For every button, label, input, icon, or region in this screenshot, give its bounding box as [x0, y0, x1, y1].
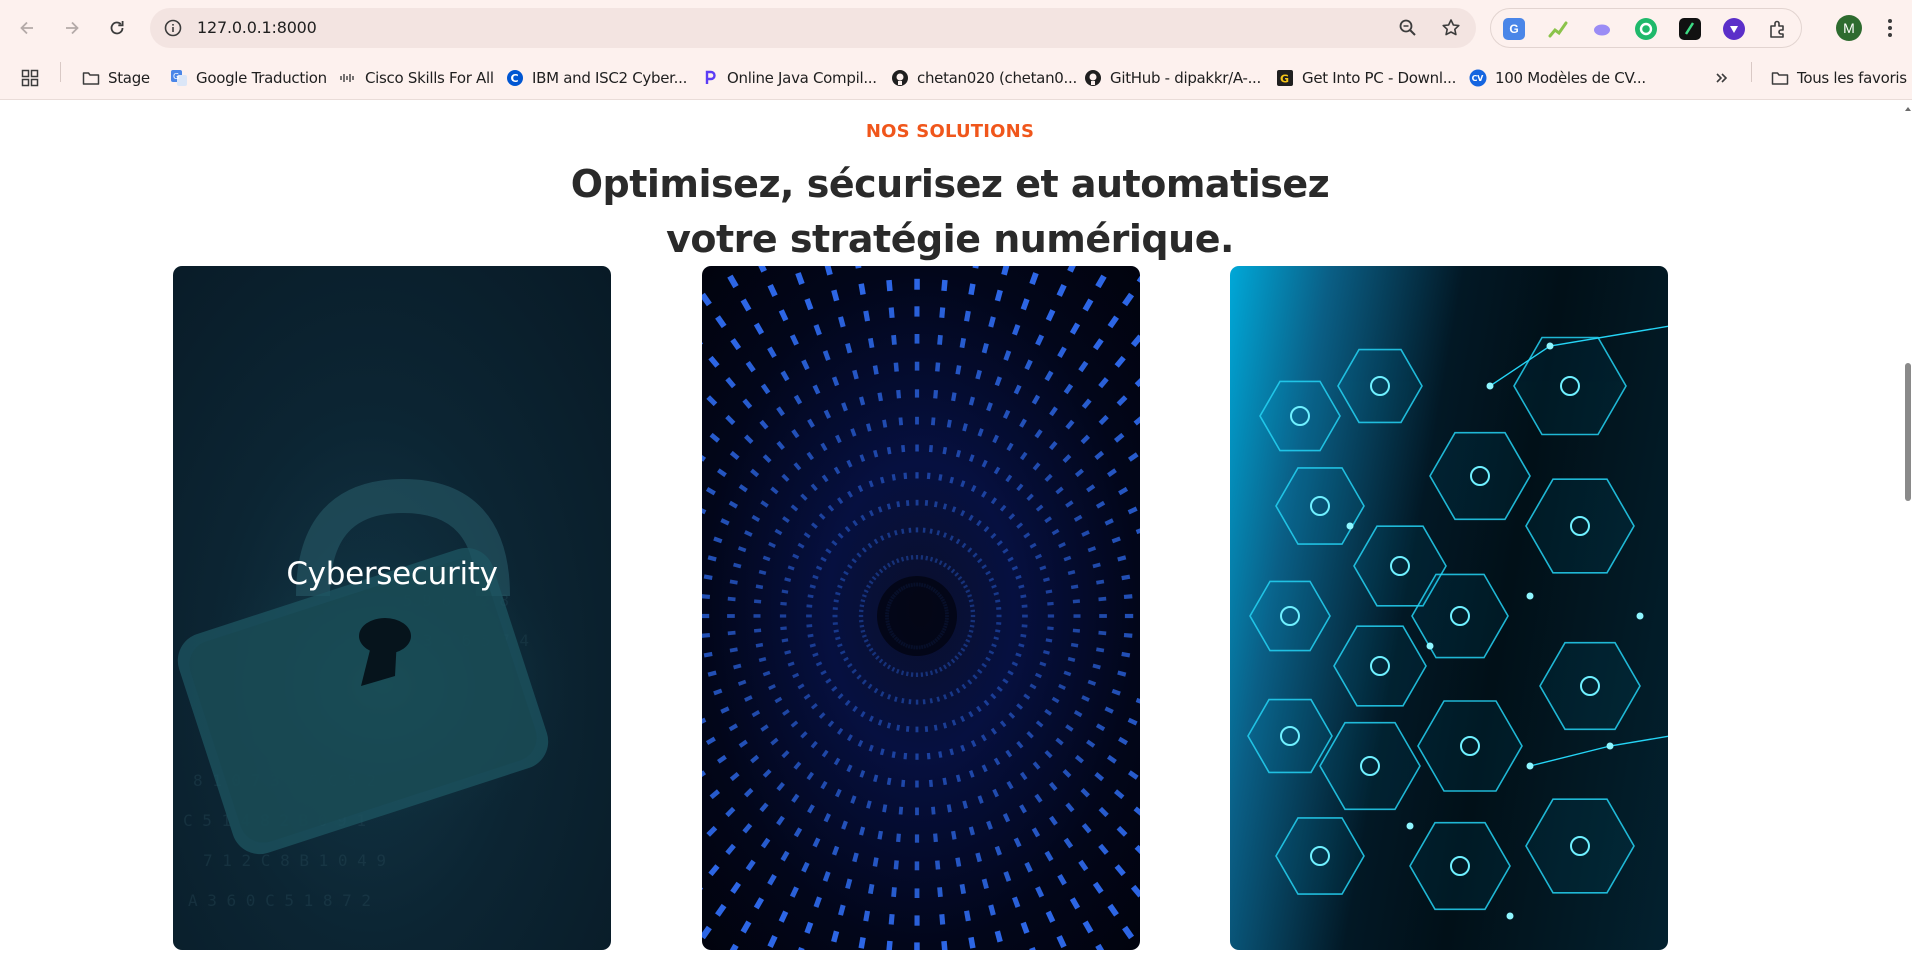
- bookmark-item[interactable]: GitHub - dipakkr/A-...: [1084, 66, 1261, 90]
- bookmark-label: GitHub - dipakkr/A-...: [1110, 69, 1261, 87]
- chevron-double-right-icon: [1713, 69, 1731, 87]
- bookmarks-divider: [60, 62, 61, 82]
- solution-card-binary[interactable]: [702, 266, 1140, 950]
- bookmark-item[interactable]: G Google Traduction: [170, 66, 327, 90]
- cisco-icon: [339, 69, 357, 87]
- page-viewport: NOS SOLUTIONS Optimisez, sécurisez et au…: [0, 101, 1912, 967]
- cv-icon: CV: [1469, 69, 1487, 87]
- extensions-group: G: [1490, 8, 1802, 48]
- bookmark-label: IBM and ISC2 Cyber...: [532, 69, 688, 87]
- reload-icon: [110, 21, 124, 35]
- browser-toolbar: 127.0.0.1:8000 G M: [0, 0, 1912, 56]
- address-bar[interactable]: 127.0.0.1:8000: [150, 8, 1476, 48]
- section-headline: Optimisez, sécurisez et automatisez votr…: [570, 162, 1330, 261]
- more-bookmarks-button[interactable]: [1713, 66, 1731, 90]
- bookmark-label: Cisco Skills For All: [365, 69, 494, 87]
- bookmark-label: Online Java Compil...: [727, 69, 877, 87]
- svg-text:G: G: [173, 72, 179, 81]
- bookmark-label: chetan020 (chetan0...: [917, 69, 1077, 87]
- cloud-extension-icon[interactable]: [1591, 18, 1613, 40]
- programiz-icon: [701, 69, 719, 87]
- google-translate-icon: G: [170, 69, 188, 87]
- getintopc-icon: G: [1276, 69, 1294, 87]
- browser-chrome: 127.0.0.1:8000 G M Stage G Google Traduc…: [0, 0, 1912, 100]
- bookmark-item[interactable]: C IBM and ISC2 Cyber...: [506, 66, 687, 90]
- bookmark-label: Google Traduction: [196, 69, 327, 87]
- arrow-left-icon: [20, 21, 33, 35]
- section-eyebrow: NOS SOLUTIONS: [865, 121, 1035, 142]
- bookmarks-bar: Stage G Google Traduction Cisco Skills F…: [0, 56, 1912, 100]
- bookmark-item[interactable]: Cisco Skills For All: [339, 66, 494, 90]
- bookmark-item[interactable]: Online Java Compil...: [701, 66, 877, 90]
- arrow-right-icon: [66, 21, 79, 35]
- bookmark-label: Get Into PC - Downl...: [1302, 69, 1457, 87]
- vpn-extension-icon[interactable]: [1723, 18, 1745, 40]
- extensions-puzzle-icon[interactable]: [1767, 18, 1789, 40]
- svg-text:G: G: [1280, 73, 1289, 86]
- scroll-up-arrow-icon[interactable]: [1904, 105, 1912, 113]
- google-translate-extension-icon[interactable]: G: [1503, 18, 1525, 40]
- reload-button[interactable]: [99, 10, 135, 46]
- sync-extension-icon[interactable]: [1635, 18, 1657, 40]
- menu-dot-icon: [1888, 26, 1892, 30]
- card-title: Cybersecurity: [286, 556, 498, 592]
- back-button[interactable]: [9, 10, 45, 46]
- scrollbar-thumb[interactable]: [1905, 363, 1911, 501]
- solution-card-cybersecurity[interactable]: 8 1 0 7 3 A 6 C 5 2 C 5 1 4 8 2 B 0 9 1 …: [173, 266, 611, 950]
- solution-card-network[interactable]: [1230, 266, 1668, 950]
- analytics-extension-icon[interactable]: [1547, 18, 1569, 40]
- site-info-icon[interactable]: [162, 17, 184, 39]
- bookmarks-divider: [1751, 62, 1752, 82]
- github-icon: [891, 69, 909, 87]
- page-scrollbar[interactable]: [1904, 101, 1912, 967]
- bookmark-item[interactable]: Stage: [82, 66, 150, 90]
- apps-button[interactable]: [21, 66, 39, 90]
- forward-button[interactable]: [54, 10, 90, 46]
- svg-text:A 3 6 0 C 5 1 8 7 2: A 3 6 0 C 5 1 8 7 2: [188, 891, 371, 910]
- folder-icon: [82, 69, 100, 87]
- zoom-icon[interactable]: [1397, 17, 1419, 39]
- bookmark-item[interactable]: chetan020 (chetan0...: [891, 66, 1077, 90]
- svg-text:C: C: [511, 72, 519, 85]
- svg-text:CV: CV: [1472, 74, 1485, 83]
- bookmark-item[interactable]: CV 100 Modèles de CV...: [1469, 66, 1646, 90]
- terminal-extension-icon[interactable]: [1679, 18, 1701, 40]
- url-text: 127.0.0.1:8000: [197, 18, 317, 37]
- menu-dot-icon: [1888, 33, 1892, 37]
- github-icon: [1084, 69, 1102, 87]
- all-bookmarks-label: Tous les favoris: [1797, 69, 1907, 87]
- bookmark-label: Stage: [108, 69, 150, 87]
- hexagon-network-image: [1247, 325, 1668, 920]
- all-bookmarks-button[interactable]: Tous les favoris: [1771, 66, 1907, 90]
- bookmark-star-icon[interactable]: [1440, 17, 1462, 39]
- svg-text:7 1 2 C 8 B 1 0 4 9: 7 1 2 C 8 B 1 0 4 9: [203, 851, 386, 870]
- bookmark-label: 100 Modèles de CV...: [1495, 69, 1646, 87]
- apps-grid-icon: [21, 69, 39, 87]
- coursera-icon: C: [506, 69, 524, 87]
- browser-menu-button[interactable]: [1880, 14, 1900, 42]
- folder-icon: [1771, 69, 1789, 87]
- binary-tunnel-image: [702, 266, 1140, 950]
- menu-dot-icon: [1888, 19, 1892, 23]
- padlock-image: 8 1 0 7 3 A 6 C 5 2 C 5 1 4 8 2 B 0 9 1 …: [177, 478, 583, 910]
- bookmark-item[interactable]: G Get Into PC - Downl...: [1276, 66, 1456, 90]
- profile-avatar[interactable]: M: [1836, 15, 1862, 41]
